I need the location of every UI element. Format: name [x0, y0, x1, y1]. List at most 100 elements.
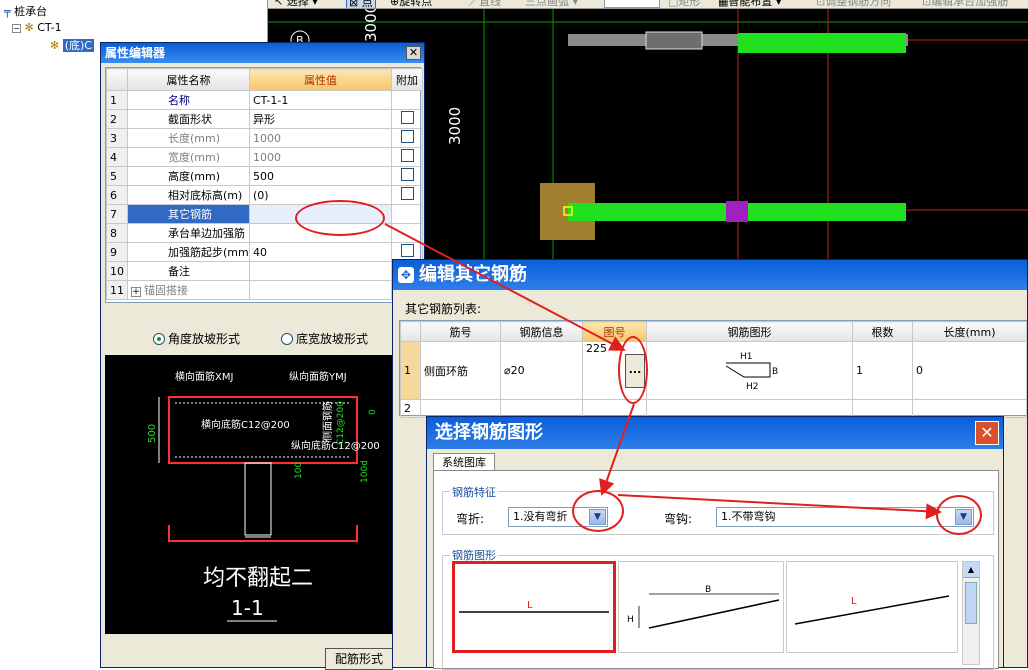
extra-checkbox[interactable]: [400, 187, 414, 200]
tree-node-ct1[interactable]: − ✻ CT-1: [12, 20, 62, 36]
label-transverse-top: 横向面筋XMJ: [175, 370, 233, 383]
property-value[interactable]: CT-1-1: [249, 90, 392, 110]
radio-angle-slope[interactable]: 角度放坡形式: [153, 330, 240, 347]
collapse-icon[interactable]: −: [12, 24, 21, 33]
property-row[interactable]: 9 加强筋起步(mm) 40: [106, 242, 423, 262]
property-value[interactable]: 1000: [249, 147, 392, 167]
gear-icon: ✻: [50, 39, 60, 52]
property-row[interactable]: 5 高度(mm) 500: [106, 166, 423, 186]
shape-label-h: H: [627, 615, 634, 625]
tab-system-library[interactable]: 系统图库: [433, 453, 495, 471]
column-header-bar-no[interactable]: 筋号: [420, 321, 501, 342]
adjust-rebar-dir-button[interactable]: ⊡调整钢筋方向: [816, 0, 892, 8]
row-number: 2: [106, 109, 128, 129]
info-cell[interactable]: ⌀20: [500, 341, 583, 400]
vertical-scrollbar[interactable]: ▲: [962, 561, 980, 665]
shape-option-straight[interactable]: L: [452, 561, 616, 653]
count-cell[interactable]: 1: [852, 341, 913, 400]
column-header-shape[interactable]: 钢筋图形: [646, 321, 853, 342]
rebar-config-button[interactable]: 配筋形式: [325, 648, 393, 670]
section-name: 1-1: [231, 596, 264, 620]
shape-option-sloped[interactable]: L: [786, 561, 958, 653]
edit-other-rebar-title[interactable]: 编辑其它钢筋: [393, 260, 1027, 290]
extra-cell: [391, 90, 423, 110]
info-cell[interactable]: [500, 399, 583, 418]
property-name: 高度(mm): [127, 166, 250, 186]
column-header-value[interactable]: 属性值: [249, 68, 392, 91]
annotation-circle: [618, 336, 648, 404]
radio-width-slope[interactable]: 底宽放坡形式: [281, 330, 368, 347]
select-button[interactable]: ↖ 选择 ▾: [274, 0, 318, 8]
rect-button[interactable]: □矩形: [668, 0, 700, 8]
extra-checkbox[interactable]: [400, 168, 414, 181]
shape-h2: H2: [746, 382, 759, 392]
property-row[interactable]: 2 截面形状 异形: [106, 109, 423, 129]
row-number: 1: [400, 341, 421, 400]
extra-cell: [391, 166, 423, 186]
property-value[interactable]: [249, 280, 392, 300]
property-row[interactable]: 6 相对底标高(m) (0): [106, 185, 423, 205]
label-transverse-bottom: 横向底筋C12@200: [201, 418, 290, 431]
property-value[interactable]: 1000: [249, 128, 392, 148]
tree-node-root[interactable]: ╤ 桩承台: [4, 4, 47, 20]
point-label: 点: [361, 0, 373, 9]
property-value[interactable]: 40: [249, 242, 392, 262]
count-cell[interactable]: [852, 399, 913, 418]
bar-no-cell[interactable]: [420, 399, 501, 418]
property-row[interactable]: 10 备注: [106, 261, 423, 281]
column-header-count[interactable]: 根数: [852, 321, 913, 342]
property-row[interactable]: 4 宽度(mm) 1000: [106, 147, 423, 167]
property-editor-title[interactable]: 属性编辑器: [101, 43, 424, 63]
radio-checked-icon: [153, 333, 165, 345]
close-button[interactable]: ✕: [975, 421, 999, 445]
property-value[interactable]: [249, 261, 392, 281]
row-number: 8: [106, 223, 128, 243]
length-cell[interactable]: 0: [912, 341, 1027, 400]
column-header-length[interactable]: 长度(mm): [912, 321, 1027, 342]
dim-100d: 100d: [360, 460, 370, 483]
expand-icon[interactable]: +: [131, 287, 141, 297]
property-value[interactable]: 异形: [249, 109, 392, 129]
extra-cell: [391, 204, 423, 224]
extra-cell: [391, 128, 423, 148]
scroll-thumb[interactable]: [965, 582, 977, 624]
extra-checkbox[interactable]: [400, 149, 414, 162]
shape-cell: H1 B H2: [646, 341, 853, 400]
property-name: 加强筋起步(mm): [127, 242, 250, 262]
extra-checkbox[interactable]: [400, 244, 414, 257]
edit-cap-rebar-button[interactable]: ⊡编辑承台加强筋: [922, 0, 1008, 8]
length-cell[interactable]: [912, 399, 1027, 418]
rotate-point-button[interactable]: ⊕旋转点: [390, 0, 433, 8]
table-row[interactable]: 1 侧面环筋 ⌀20 225 ... H1 B H2 1 0: [400, 341, 1027, 400]
shape-option-offset[interactable]: B H: [618, 561, 784, 653]
bar-no-cell[interactable]: 侧面环筋: [420, 341, 501, 400]
column-header-extra[interactable]: 附加: [391, 68, 423, 91]
bend-label: 弯折:: [456, 512, 485, 526]
column-header-name[interactable]: 属性名称: [127, 68, 250, 91]
select-rebar-shape-title[interactable]: 选择钢筋图形: [427, 417, 1003, 449]
point-button[interactable]: ⊠ 点: [346, 0, 376, 9]
column-header-info[interactable]: 钢筋信息: [500, 321, 583, 342]
slope-mode-radio-group: 角度放坡形式 底宽放坡形式: [105, 322, 421, 352]
property-name: + 锚固搭接: [127, 280, 250, 300]
row-number: 10: [106, 261, 128, 281]
tree-node-leaf[interactable]: ✻ (底)C: [50, 38, 94, 54]
gear-icon: ✻: [24, 21, 34, 34]
property-row[interactable]: 3 长度(mm) 1000: [106, 128, 423, 148]
rotate-point-label: 旋转点: [399, 0, 433, 8]
scroll-up-icon[interactable]: ▲: [963, 562, 979, 578]
property-row[interactable]: 1 名称 CT-1-1: [106, 90, 423, 110]
close-icon: ✕: [980, 423, 994, 442]
property-row[interactable]: 11 + 锚固搭接: [106, 280, 423, 300]
adjust-rebar-dir-label: 调整钢筋方向: [825, 0, 892, 8]
smart-layout-button[interactable]: ▦智能布置 ▾: [718, 0, 781, 8]
table-row[interactable]: 2: [400, 399, 1027, 418]
line-button[interactable]: ／直线: [468, 0, 501, 8]
arc-button[interactable]: ⌒三点画弧 ▾: [514, 0, 578, 8]
toolbar-combo[interactable]: [604, 0, 660, 8]
extra-checkbox[interactable]: [400, 130, 414, 143]
property-value[interactable]: 500: [249, 166, 392, 186]
close-button[interactable]: ✕: [406, 46, 421, 60]
extra-checkbox[interactable]: [400, 111, 414, 124]
label-side-spec: C12@200: [336, 401, 346, 445]
